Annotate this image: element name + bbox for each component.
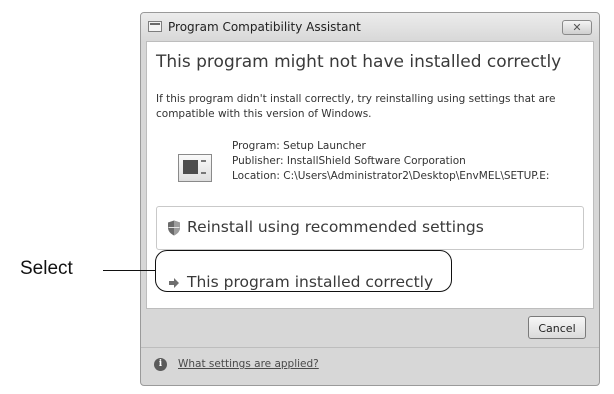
annotation-highlight <box>155 250 452 292</box>
program-icon <box>178 154 212 182</box>
window-title: Program Compatibility Assistant <box>168 20 361 34</box>
annotation-leader-line <box>103 270 155 271</box>
title-bar[interactable]: Program Compatibility Assistant ✕ <box>141 13 599 41</box>
reinstall-option-label[interactable]: Reinstall using recommended settings <box>187 218 484 236</box>
cancel-button[interactable]: Cancel <box>528 316 586 339</box>
settings-help-link[interactable]: What settings are applied? <box>178 358 319 370</box>
compatibility-dialog: Program Compatibility Assistant ✕ This p… <box>140 12 600 386</box>
program-name: Program: Setup Launcher <box>232 140 366 152</box>
program-info: Program: Setup Launcher Publisher: Insta… <box>232 139 549 184</box>
dialog-description: If this program didn't install correctly… <box>156 93 556 120</box>
dialog-heading: This program might not have installed co… <box>156 52 562 72</box>
select-annotation-label: Select <box>20 258 73 279</box>
shield-icon <box>168 220 180 236</box>
close-button[interactable]: ✕ <box>562 20 592 35</box>
footer-divider <box>141 347 599 348</box>
program-location: Location: C:\Users\Administrator2\Deskto… <box>232 170 550 182</box>
info-icon: i <box>154 358 167 371</box>
app-icon <box>148 21 162 32</box>
program-publisher: Publisher: InstallShield Software Corpor… <box>232 155 466 167</box>
